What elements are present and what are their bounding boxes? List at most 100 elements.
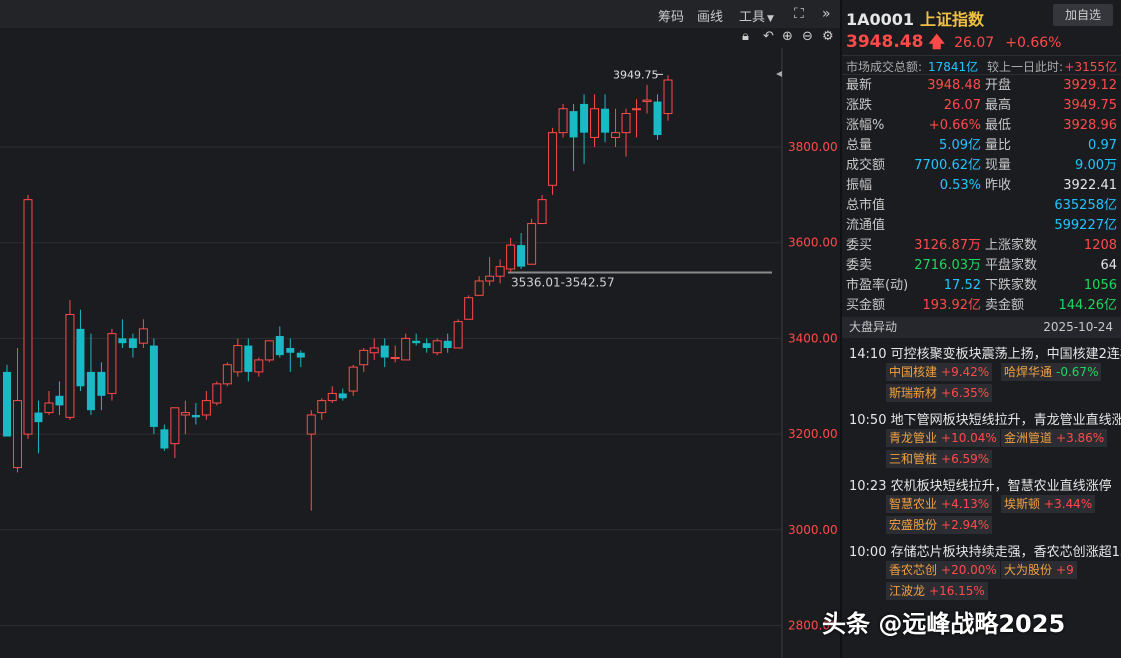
candle-body: [369, 347, 379, 354]
candle: [118, 319, 127, 348]
undo-icon[interactable]: ↶: [763, 29, 774, 44]
stock-tag[interactable]: 香农芯创 +20.00%: [886, 561, 1000, 579]
quote-row: 市盈率(动) 17.52 下跌家数 1056: [842, 276, 1121, 296]
news-item-title[interactable]: 10:50 地下管网板块短线拉升，青龙管业直线涨停: [849, 409, 1121, 428]
zoom-in-icon[interactable]: ⊕: [782, 29, 793, 44]
stock-tag-pct: +3.86%: [1056, 431, 1105, 445]
stock-tag[interactable]: 金洲管道 +3.86%: [1001, 429, 1108, 447]
candle-body: [580, 103, 589, 133]
stock-tag-pct: +6.59%: [941, 452, 990, 466]
candle: [338, 388, 347, 401]
stock-tag[interactable]: 宏盛股份 +2.94%: [886, 516, 993, 534]
high-label: 3949.75: [613, 68, 659, 81]
fullscreen-icon[interactable]: ⛶: [794, 6, 804, 22]
news-time: 10:00: [849, 545, 891, 560]
stock-tag[interactable]: 斯瑞新材 +6.35%: [886, 384, 993, 402]
settings-gear-icon[interactable]: ⚙: [822, 29, 834, 44]
quote-label: 委买: [846, 238, 873, 253]
candle-body: [23, 199, 33, 435]
quote-label: 总量: [846, 138, 873, 153]
candle-body: [222, 364, 232, 385]
quote-label: 量比: [985, 138, 1012, 153]
quote-label: 流通值: [846, 218, 886, 233]
candle-body: [453, 321, 463, 349]
quote-label: 委卖: [846, 258, 873, 273]
candle: [601, 94, 610, 143]
quote-value: 3929.12: [1063, 78, 1117, 93]
last-price: 3948.48: [846, 32, 924, 52]
chart-icon-bar: 🔒︎ ↶ ⊕ ⊖ ⚙: [0, 28, 840, 48]
candle: [55, 381, 64, 415]
candle: [233, 338, 243, 377]
stock-tag[interactable]: 大为股份 +9: [1001, 561, 1077, 579]
stock-tag[interactable]: 三和管桩 +6.59%: [886, 450, 993, 468]
quote-value: 3928.96: [1063, 118, 1117, 133]
news-item-title[interactable]: 10:00 存储芯片板块持续走强，香农芯创涨超15%再: [849, 541, 1121, 560]
candle-body: [317, 400, 327, 414]
turnover-line: 市场成交总额: 17841亿 较上一日此时: +3155亿: [842, 55, 1121, 75]
candle: [621, 108, 631, 157]
stock-tag[interactable]: 青龙管业 +10.04%: [886, 429, 1000, 447]
news-item-title[interactable]: 10:23 农机板块短线拉升，智慧农业直线涨停: [849, 475, 1112, 494]
quote-row: 总市值 635258亿: [842, 196, 1121, 216]
candle-body: [443, 340, 452, 348]
quote-label: 总市值: [846, 198, 886, 213]
candle: [369, 338, 379, 360]
candle: [296, 350, 305, 368]
quote-value: 26.07: [943, 98, 981, 113]
double-chevron-right-icon[interactable]: »: [822, 6, 831, 22]
candle-body: [569, 111, 578, 138]
stock-tag-name: 斯瑞新材: [889, 386, 938, 400]
quote-label: 涨跌: [846, 98, 873, 113]
candle-body: [86, 371, 95, 411]
quote-row: 成交额 7700.62亿 现量 9.00万: [842, 156, 1121, 176]
quote-value: 144.26亿: [1058, 298, 1118, 313]
tools-menu-button[interactable]: 工具 ▼: [739, 6, 774, 25]
stock-tag[interactable]: 智慧农业 +4.13%: [886, 495, 993, 513]
candle: [160, 424, 169, 451]
stock-tag-name: 埃斯顿: [1004, 497, 1041, 511]
quote-row: 委买 3126.87万 上涨家数 1208: [842, 236, 1121, 256]
stock-tag-pct: +10.04%: [941, 431, 997, 445]
candle-body: [296, 352, 305, 358]
quote-label: 下跌家数: [985, 278, 1038, 293]
stock-tag[interactable]: 哈焊华通 -0.67%: [1001, 363, 1102, 381]
stock-tag[interactable]: 江波龙 +16.15%: [886, 582, 988, 600]
quote-value: 0.97: [1088, 138, 1117, 153]
candle-body: [149, 345, 158, 427]
candle: [23, 194, 33, 439]
stock-tag-name: 中国核建: [889, 365, 938, 379]
candle: [212, 381, 222, 406]
quote-row: 总量 5.09亿 量比 0.97: [842, 136, 1121, 156]
candle-body: [338, 393, 347, 399]
y-tick-label: 3600.00: [788, 236, 838, 250]
candle-body: [390, 357, 400, 360]
news-item-title[interactable]: 14:10 可控核聚变板块震荡上扬，中国核建2连板: [849, 343, 1121, 362]
stock-tag-name: 智慧农业: [889, 497, 938, 511]
quote-value: 64: [1100, 258, 1117, 273]
draw-line-button[interactable]: 画线: [697, 6, 723, 25]
kline-chart[interactable]: 3800.003600.003400.003200.003000.002800.…: [0, 48, 840, 658]
stock-header: 1A0001 上证指数: [846, 6, 984, 30]
stock-tag[interactable]: 埃斯顿 +3.44%: [1001, 495, 1096, 513]
lock-icon[interactable]: 🔒︎: [742, 29, 749, 44]
candle: [275, 326, 284, 358]
add-watchlist-button[interactable]: 加自选: [1053, 4, 1113, 26]
quote-value: 0.53%: [939, 178, 981, 193]
stock-tag[interactable]: 中国核建 +9.42%: [886, 363, 993, 381]
candle: [97, 362, 106, 411]
zoom-out-icon[interactable]: ⊖: [802, 29, 813, 44]
stock-tag-pct: +20.00%: [941, 563, 997, 577]
candle: [464, 295, 474, 320]
stock-tag-pct: +9: [1056, 563, 1074, 577]
chouma-button[interactable]: 筹码: [658, 6, 684, 25]
quote-label: 开盘: [985, 78, 1012, 93]
candle: [642, 84, 652, 114]
caret-down-icon: ▼: [767, 14, 774, 24]
candle-body: [517, 245, 526, 267]
candle-body: [118, 338, 127, 344]
quote-value: 193.92亿: [922, 298, 982, 313]
turnover-label: 市场成交总额:: [846, 60, 923, 74]
quote-value: 635258亿: [1054, 198, 1117, 213]
quote-value: 1056: [1083, 278, 1117, 293]
